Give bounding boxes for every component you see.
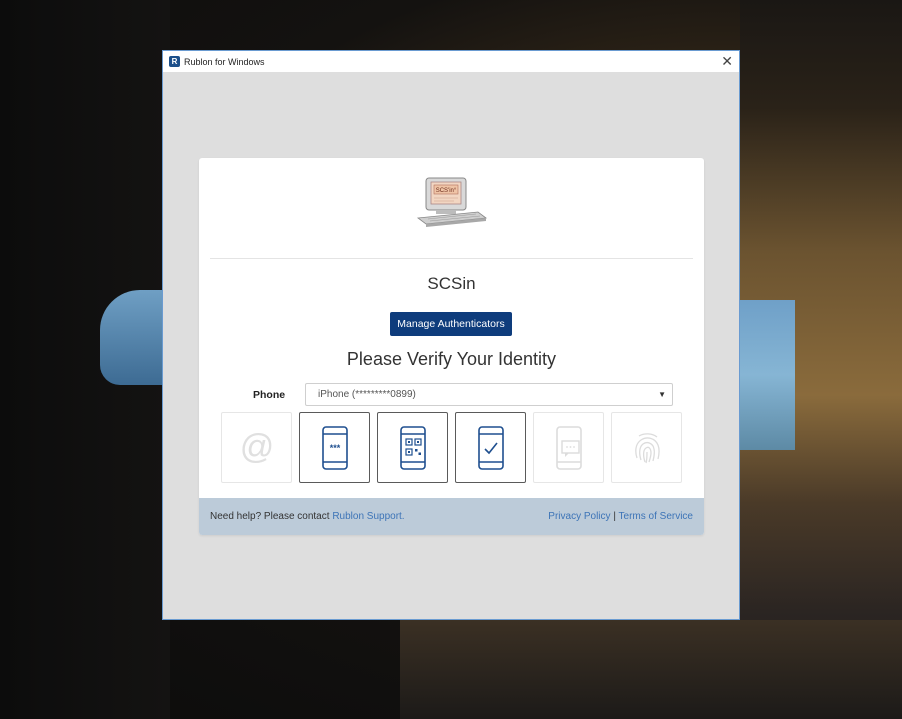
verify-identity-heading: Please Verify Your Identity: [346, 349, 557, 369]
phone-passcode-icon: ***: [321, 425, 348, 470]
method-push-button[interactable]: [455, 412, 526, 483]
window-titlebar[interactable]: R Rublon for Windows ✕: [163, 51, 739, 72]
window-title: Rublon for Windows: [184, 56, 265, 67]
help-text-prefix: Need help? Please contact: [210, 511, 333, 522]
method-email-button[interactable]: @: [221, 412, 292, 483]
company-logo: SCS'in°: [414, 176, 490, 228]
help-text: Need help? Please contact Rublon Support…: [210, 511, 405, 522]
verification-card: SCS'in° SCSin Manage Authenticators Plea…: [199, 158, 704, 535]
privacy-policy-link[interactable]: Privacy Policy: [548, 511, 610, 522]
method-qr-code-button[interactable]: [377, 412, 448, 483]
rublon-window: R Rublon for Windows ✕ SCS'in° SCSin Man…: [162, 50, 740, 620]
method-fingerprint-button[interactable]: [611, 412, 682, 483]
card-footer: Need help? Please contact Rublon Support…: [199, 498, 704, 535]
header-divider: [210, 258, 693, 259]
rublon-support-link[interactable]: Rublon Support.: [332, 511, 404, 522]
close-button[interactable]: ✕: [721, 53, 733, 69]
desktop-wallpaper-sand: [400, 620, 902, 719]
desktop-wallpaper-sea: [740, 300, 795, 450]
footer-links: Privacy Policy | Terms of Service: [548, 511, 693, 522]
phone-push-check-icon: [477, 425, 504, 470]
auth-methods: @ ***: [221, 412, 682, 483]
logo-lettering: SCS'in°: [436, 188, 457, 194]
method-passcode-button[interactable]: ***: [299, 412, 370, 483]
computer-logo-icon: SCS'in°: [416, 177, 488, 227]
svg-text:***: ***: [329, 443, 340, 453]
method-sms-button[interactable]: [533, 412, 604, 483]
rublon-app-icon: R: [169, 56, 180, 67]
manage-authenticators-button[interactable]: Manage Authenticators: [390, 312, 512, 336]
fingerprint-icon: [634, 432, 660, 463]
phone-qr-code-icon: [399, 425, 426, 470]
phone-sms-icon: [555, 425, 582, 470]
phone-label: Phone: [253, 389, 286, 401]
device-select[interactable]: iPhone (*********0899) ▼: [305, 383, 673, 406]
company-name: SCSin: [427, 274, 476, 293]
email-at-icon: @: [239, 428, 274, 466]
device-select-value: iPhone (*********0899): [318, 389, 416, 400]
footer-separator: |: [610, 511, 619, 522]
terms-of-service-link[interactable]: Terms of Service: [619, 511, 693, 522]
desktop-wallpaper-sky: [100, 290, 170, 385]
chevron-down-icon: ▼: [658, 390, 666, 399]
svg-text:@: @: [239, 428, 274, 466]
